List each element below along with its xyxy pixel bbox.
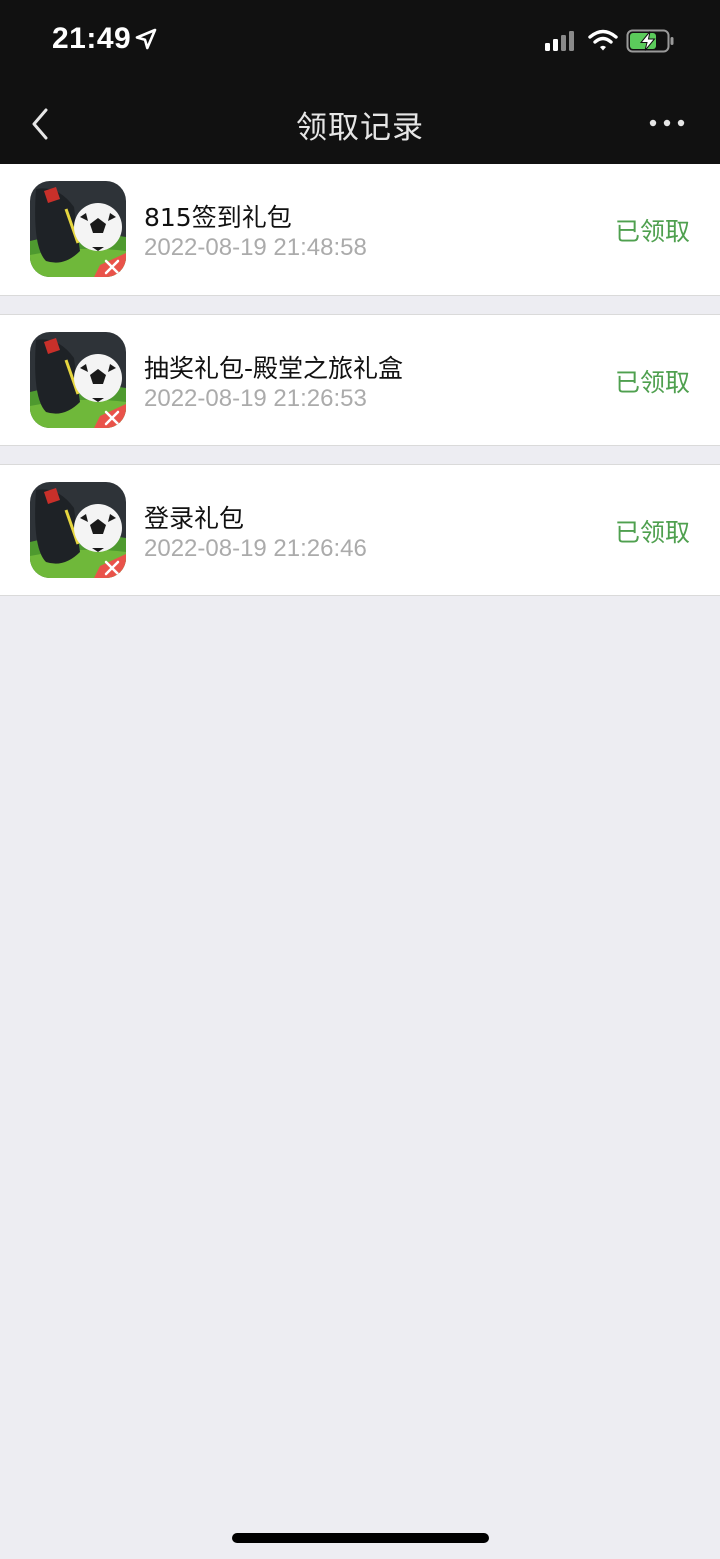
ellipsis-icon[interactable] xyxy=(648,116,688,130)
navigation-bar: 领取记录 xyxy=(0,82,720,164)
gift-title: 815签到礼包 xyxy=(144,203,292,232)
claim-time: 2022-08-19 21:26:53 xyxy=(144,385,367,412)
home-indicator[interactable] xyxy=(232,1533,489,1543)
football-game-app-icon xyxy=(30,482,126,578)
record-list: 815签到礼包 2022-08-19 21:48:58 已领取 抽奖礼包-殿堂之… xyxy=(0,164,720,596)
battery-charging-icon xyxy=(626,29,674,53)
claim-status: 已领取 xyxy=(614,217,690,246)
status-bar: 21:49 xyxy=(0,0,720,82)
football-game-app-icon xyxy=(30,332,126,428)
status-time: 21:49 xyxy=(52,22,132,55)
page-title: 领取记录 xyxy=(296,110,424,146)
gift-title: 登录礼包 xyxy=(144,504,245,533)
claim-time: 2022-08-19 21:48:58 xyxy=(144,234,367,261)
gift-title: 抽奖礼包-殿堂之旅礼盒 xyxy=(144,354,404,383)
claim-status: 已领取 xyxy=(614,518,690,547)
wifi-icon xyxy=(588,29,618,51)
list-item[interactable]: 815签到礼包 2022-08-19 21:48:58 已领取 xyxy=(0,164,720,296)
cellular-signal-icon xyxy=(545,31,574,51)
football-game-app-icon xyxy=(30,181,126,277)
location-arrow-icon xyxy=(135,28,157,50)
claim-status: 已领取 xyxy=(614,368,690,397)
claim-time: 2022-08-19 21:26:46 xyxy=(144,535,367,562)
list-item[interactable]: 抽奖礼包-殿堂之旅礼盒 2022-08-19 21:26:53 已领取 xyxy=(0,314,720,446)
list-item[interactable]: 登录礼包 2022-08-19 21:26:46 已领取 xyxy=(0,464,720,596)
